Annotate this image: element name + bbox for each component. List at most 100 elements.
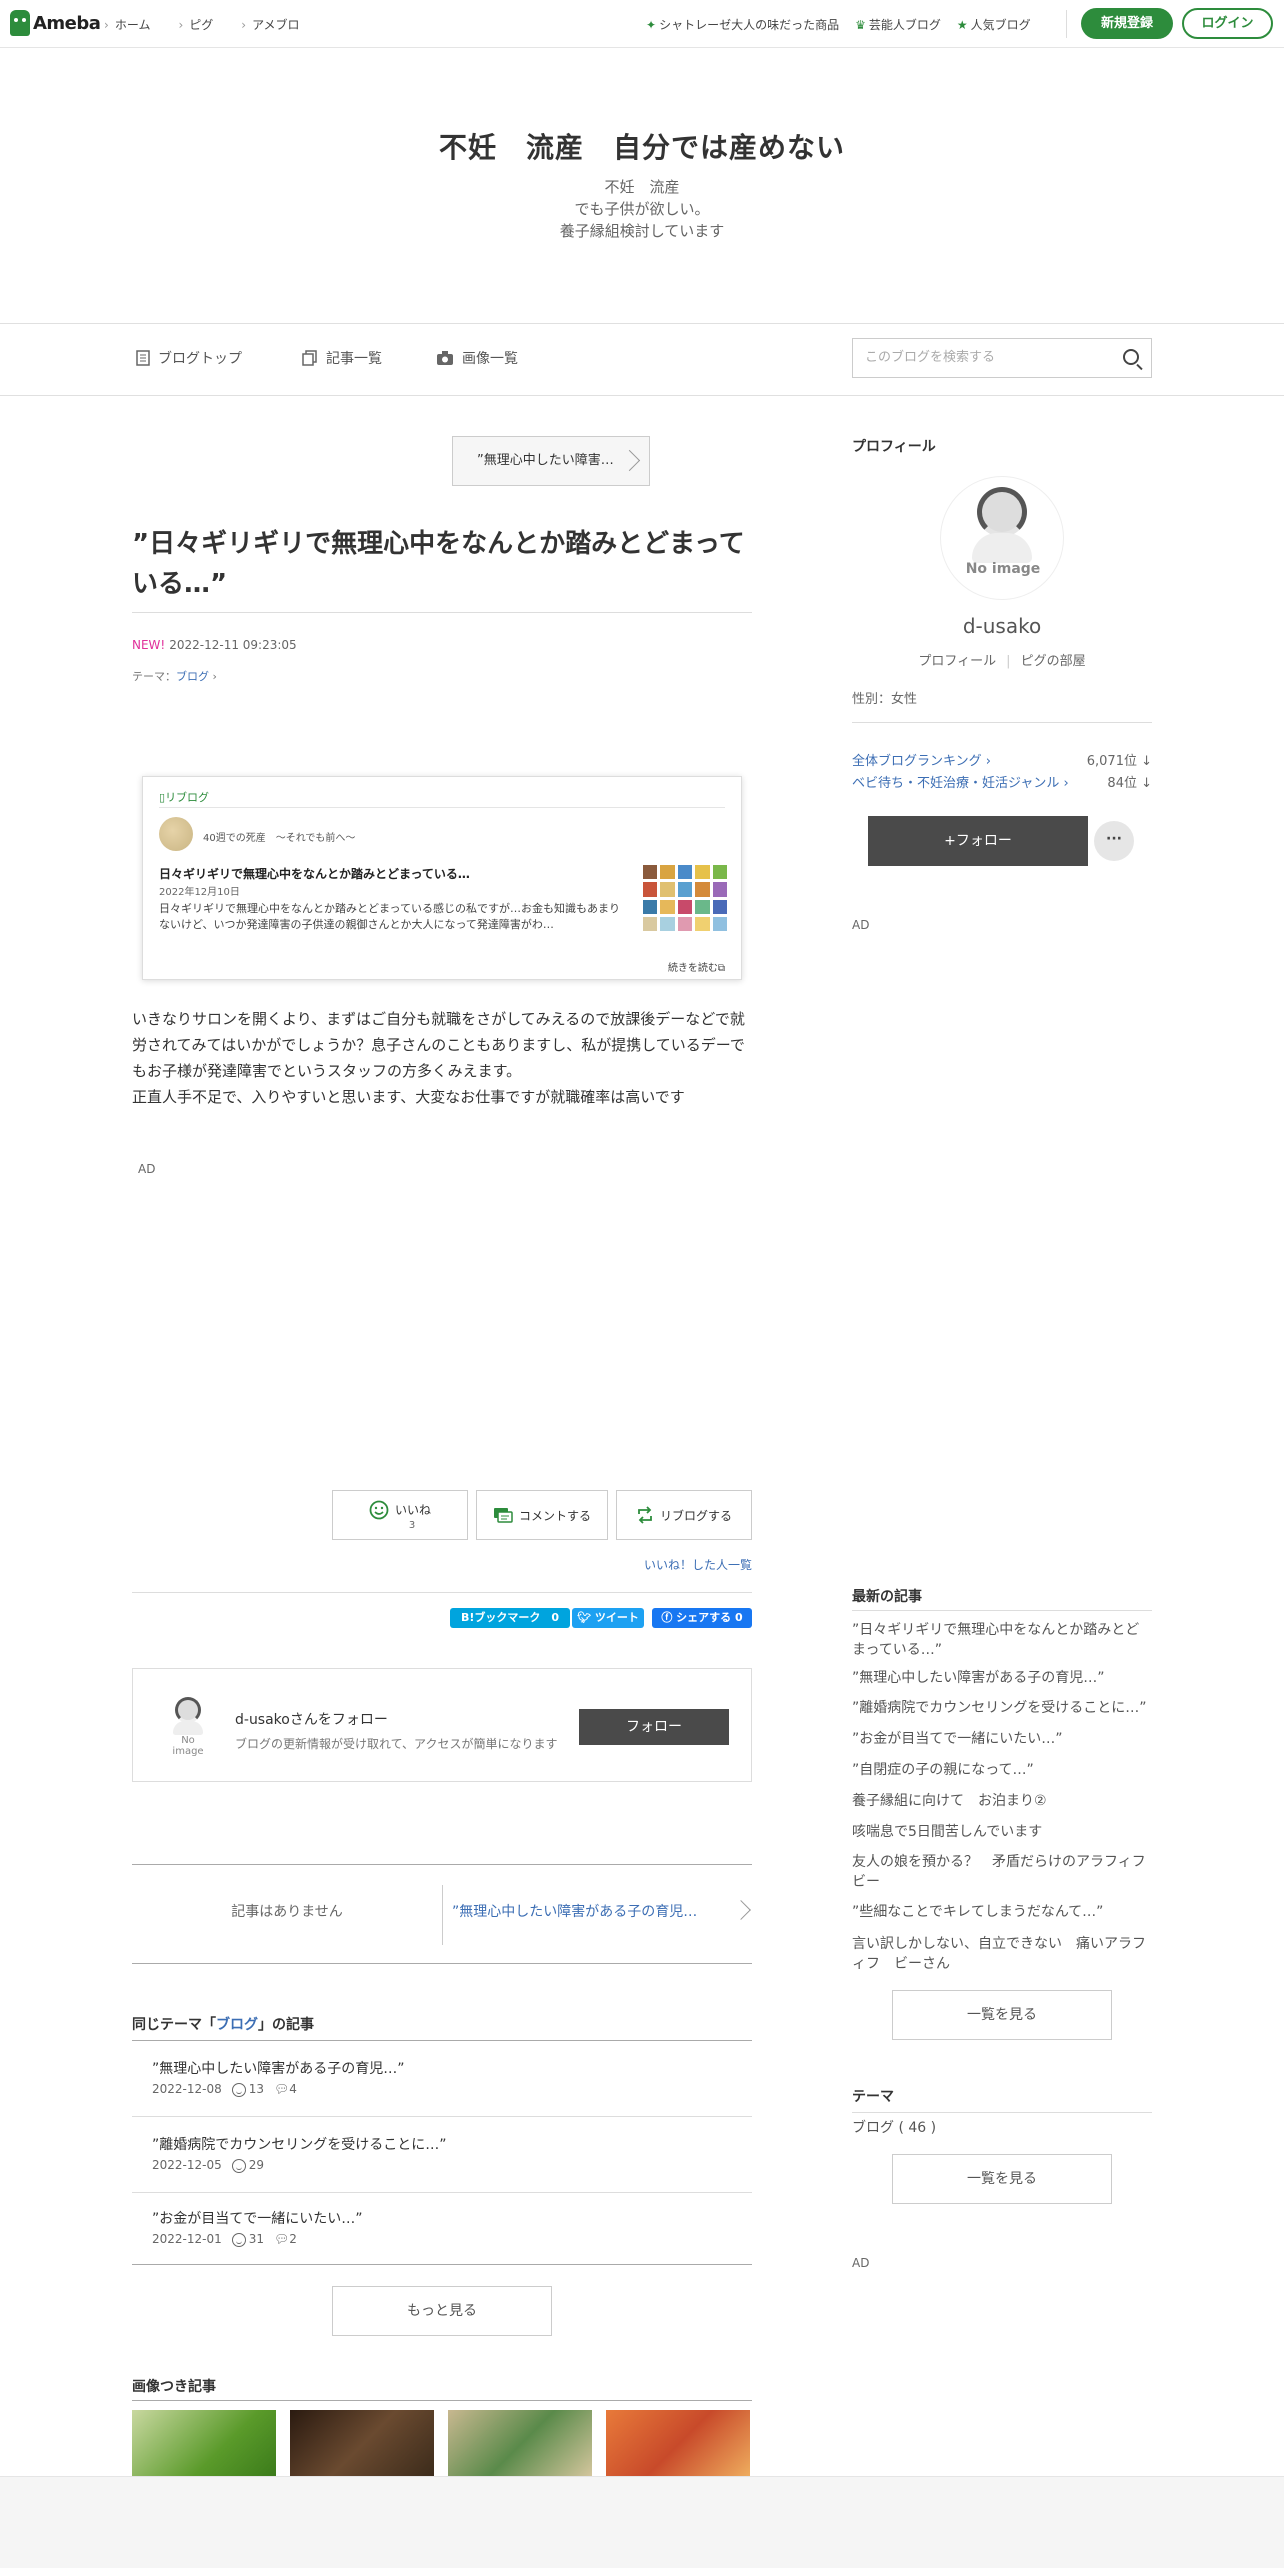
recent-article-link[interactable]: ”日々ギリギリで無理心中をなんとか踏みとどまっている…” [852,1620,1152,1660]
celeb-label: 芸能人ブログ [868,18,941,32]
same-theme-link[interactable]: ブログ [216,2017,258,2033]
profile-follow-button[interactable]: +フォロー [868,816,1088,866]
reblog-card[interactable]: ▯リブログ 40週での死産 〜それでも前へ〜 日々ギリギリで無理心中をなんとか踏… [142,776,742,980]
more-button[interactable]: もっと見る [332,2286,552,2336]
recent-article-link[interactable]: 養子縁組に向けて お泊まり② [852,1791,1152,1811]
more-options-button[interactable]: ··· [1094,821,1134,861]
pager-divider [442,1885,443,1945]
theme-link[interactable]: ブログ ( 46 ) [852,2118,1152,2138]
article-date: 2022-12-01 [152,2232,222,2247]
nav-home[interactable]: ホーム [104,16,151,33]
pager-next-link[interactable]: ”無理心中したい障害がある子の育児… [452,1901,697,1921]
overall-ranking[interactable]: 全体ブログランキング › 6,071位 ↓ [852,750,1152,769]
blog-nav: ブログトップ 記事一覧 画像一覧 このブログを検索する [0,324,1284,396]
blog-search-input[interactable]: このブログを検索する [852,338,1152,378]
profile-name[interactable]: d-usako [852,614,1152,638]
header-links: ✦ シャトレーゼ大人の味だった商品 ♛ 芸能人ブログ ★ 人気ブログ [646,16,1031,33]
avatar-placeholder-icon [175,1697,201,1723]
divider [132,2116,752,2117]
ameba-logo-icon [10,10,30,36]
reblog-button[interactable]: リブログする [616,1490,752,1540]
blog-top-link[interactable]: ブログトップ [136,348,242,368]
blog-title[interactable]: 不妊 流産 自分では産めない [0,126,1284,166]
profile-link[interactable]: プロフィール [918,654,996,669]
article-title[interactable]: ”日々ギリギリで無理心中をなんとか踏みとどまっている…” [132,524,752,604]
celeb-blog-link[interactable]: ♛ 芸能人ブログ [855,16,941,33]
theme-list-button[interactable]: 一覧を見る [892,2154,1112,2204]
divider [852,722,1152,723]
theme-article-meta: 2022-12-01 31 💬︎2 [152,2232,297,2247]
smile-icon [369,1500,389,1519]
reblog-title: 日々ギリギリで無理心中をなんとか踏みとどまっている… [159,867,470,881]
divider [852,1610,1152,1611]
theme-article-link[interactable]: ”離婚病院でカウンセリングを受けることに…” [152,2134,447,2154]
genre-ranking[interactable]: ベビ待ち・不妊治療・妊活ジャンル › 84位 ↓ [852,772,1152,791]
reblog-date: 2022年12月10日 [159,887,240,898]
like-button[interactable]: いいね 3 [332,1490,468,1540]
hatena-bookmark-button[interactable]: B!ブックマーク 0 [450,1608,570,1628]
image-article-thumbnail[interactable] [448,2410,592,2480]
recent-article-link[interactable]: 友人の娘を預かる？ 矛盾だらけのアラフィフビー [852,1852,1152,1892]
recent-article-link[interactable]: ”些細なことでキレてしまうだなんて…” [852,1902,1152,1922]
smile-icon [231,2158,246,2173]
popular-blog-link[interactable]: ★ 人気ブログ [957,16,1031,33]
comment-count-value: 4 [289,2082,297,2097]
search-icon[interactable] [1123,349,1139,365]
theme-link[interactable]: ブログ [176,670,209,683]
divider [132,2040,752,2041]
tweet-label: ツイート [594,1611,639,1624]
nav-pigg[interactable]: ピグ [178,16,213,33]
read-more-link[interactable]: 続きを読む⧉ [668,959,725,974]
like-label: いいね [394,1503,431,1517]
reblog-excerpt: 日々ギリギリで無理心中をなんとか踏みとどまっている感じの私ですが…お金も知識もあ… [159,902,621,931]
image-article-thumbnail[interactable] [132,2410,276,2480]
nav-ameblo[interactable]: アメブロ [241,16,299,33]
theme-article-meta: 2022-12-05 29 [152,2158,264,2173]
profile-avatar[interactable]: No image [940,476,1064,600]
pigg-room-link[interactable]: ピグの部屋 [1021,654,1086,669]
image-article-thumbnail[interactable] [606,2410,750,2480]
divider [159,807,725,808]
twitter-icon: 🐦︎ [577,1611,595,1624]
theme-article-link[interactable]: ”無理心中したい障害がある子の育児…” [152,2058,405,2078]
prev-article-button[interactable]: ”無理心中したい障害… [452,436,650,486]
facebook-share-button[interactable]: ⓕ シェアする 0 [652,1608,752,1628]
divider [132,612,752,613]
image-article-thumbnail[interactable] [290,2410,434,2480]
comment-icon [493,1508,513,1523]
recent-list-button[interactable]: 一覧を見る [892,1990,1112,2040]
recent-article-link[interactable]: ”自閉症の子の親になって…” [852,1760,1152,1780]
ameba-logo[interactable]: Ameba [10,10,101,36]
recent-article-link[interactable]: ”無理心中したい障害がある子の育児…” [852,1668,1152,1688]
ranking-label: 全体ブログランキング [852,754,982,769]
reblog-blog-name: 40週での死産 〜それでも前へ〜 [203,833,356,844]
reblog-label: ▯リブログ [159,789,209,805]
follow-button[interactable]: フォロー [579,1709,729,1745]
title-prefix: 同じテーマ「 [132,2017,216,2033]
recent-article-link[interactable]: 咳喘息で5日間苦しんでいます [852,1822,1152,1842]
theme-article-link[interactable]: ”お金が目当てで一緒にいたい…” [152,2208,363,2228]
theme-article-meta: 2022-12-08 13 💬︎4 [152,2082,297,2097]
ranking-value: 84位 ↓ [1107,776,1152,791]
recent-article-link[interactable]: 言い訳しかしない、自立できない 痛いアラフィフ ビーさん [852,1934,1152,1974]
recent-article-link[interactable]: ”離婚病院でカウンセリングを受けることに…” [852,1698,1152,1718]
search-placeholder: このブログを検索する [865,350,996,365]
recent-article-link[interactable]: ”お金が目当てで一緒にいたい…” [852,1729,1152,1749]
facebook-label: シェアする 0 [676,1611,743,1624]
date-text: 2022-12-11 09:23:05 [169,638,297,652]
avatar-body [173,1721,203,1735]
image-list-link[interactable]: 画像一覧 [436,348,518,368]
register-button[interactable]: 新規登録 [1081,8,1173,39]
desc-line: でも子供が欲しい。 [574,200,710,218]
like-list-link[interactable]: いいね！した人一覧 [644,1556,752,1573]
desc-line: 不妊 流産 [604,178,680,196]
like-count: 13 [231,2082,264,2097]
article-date: 2022-12-05 [152,2158,222,2173]
comment-button[interactable]: コメントする [476,1490,608,1540]
login-button[interactable]: ログイン [1182,8,1273,39]
reblog-avatar [159,817,193,851]
like-count: 29 [231,2158,264,2173]
article-list-link[interactable]: 記事一覧 [302,348,382,368]
tweet-button[interactable]: 🐦︎ ツイート [572,1608,644,1628]
promo-link[interactable]: ✦ シャトレーゼ大人の味だった商品 [646,16,839,33]
